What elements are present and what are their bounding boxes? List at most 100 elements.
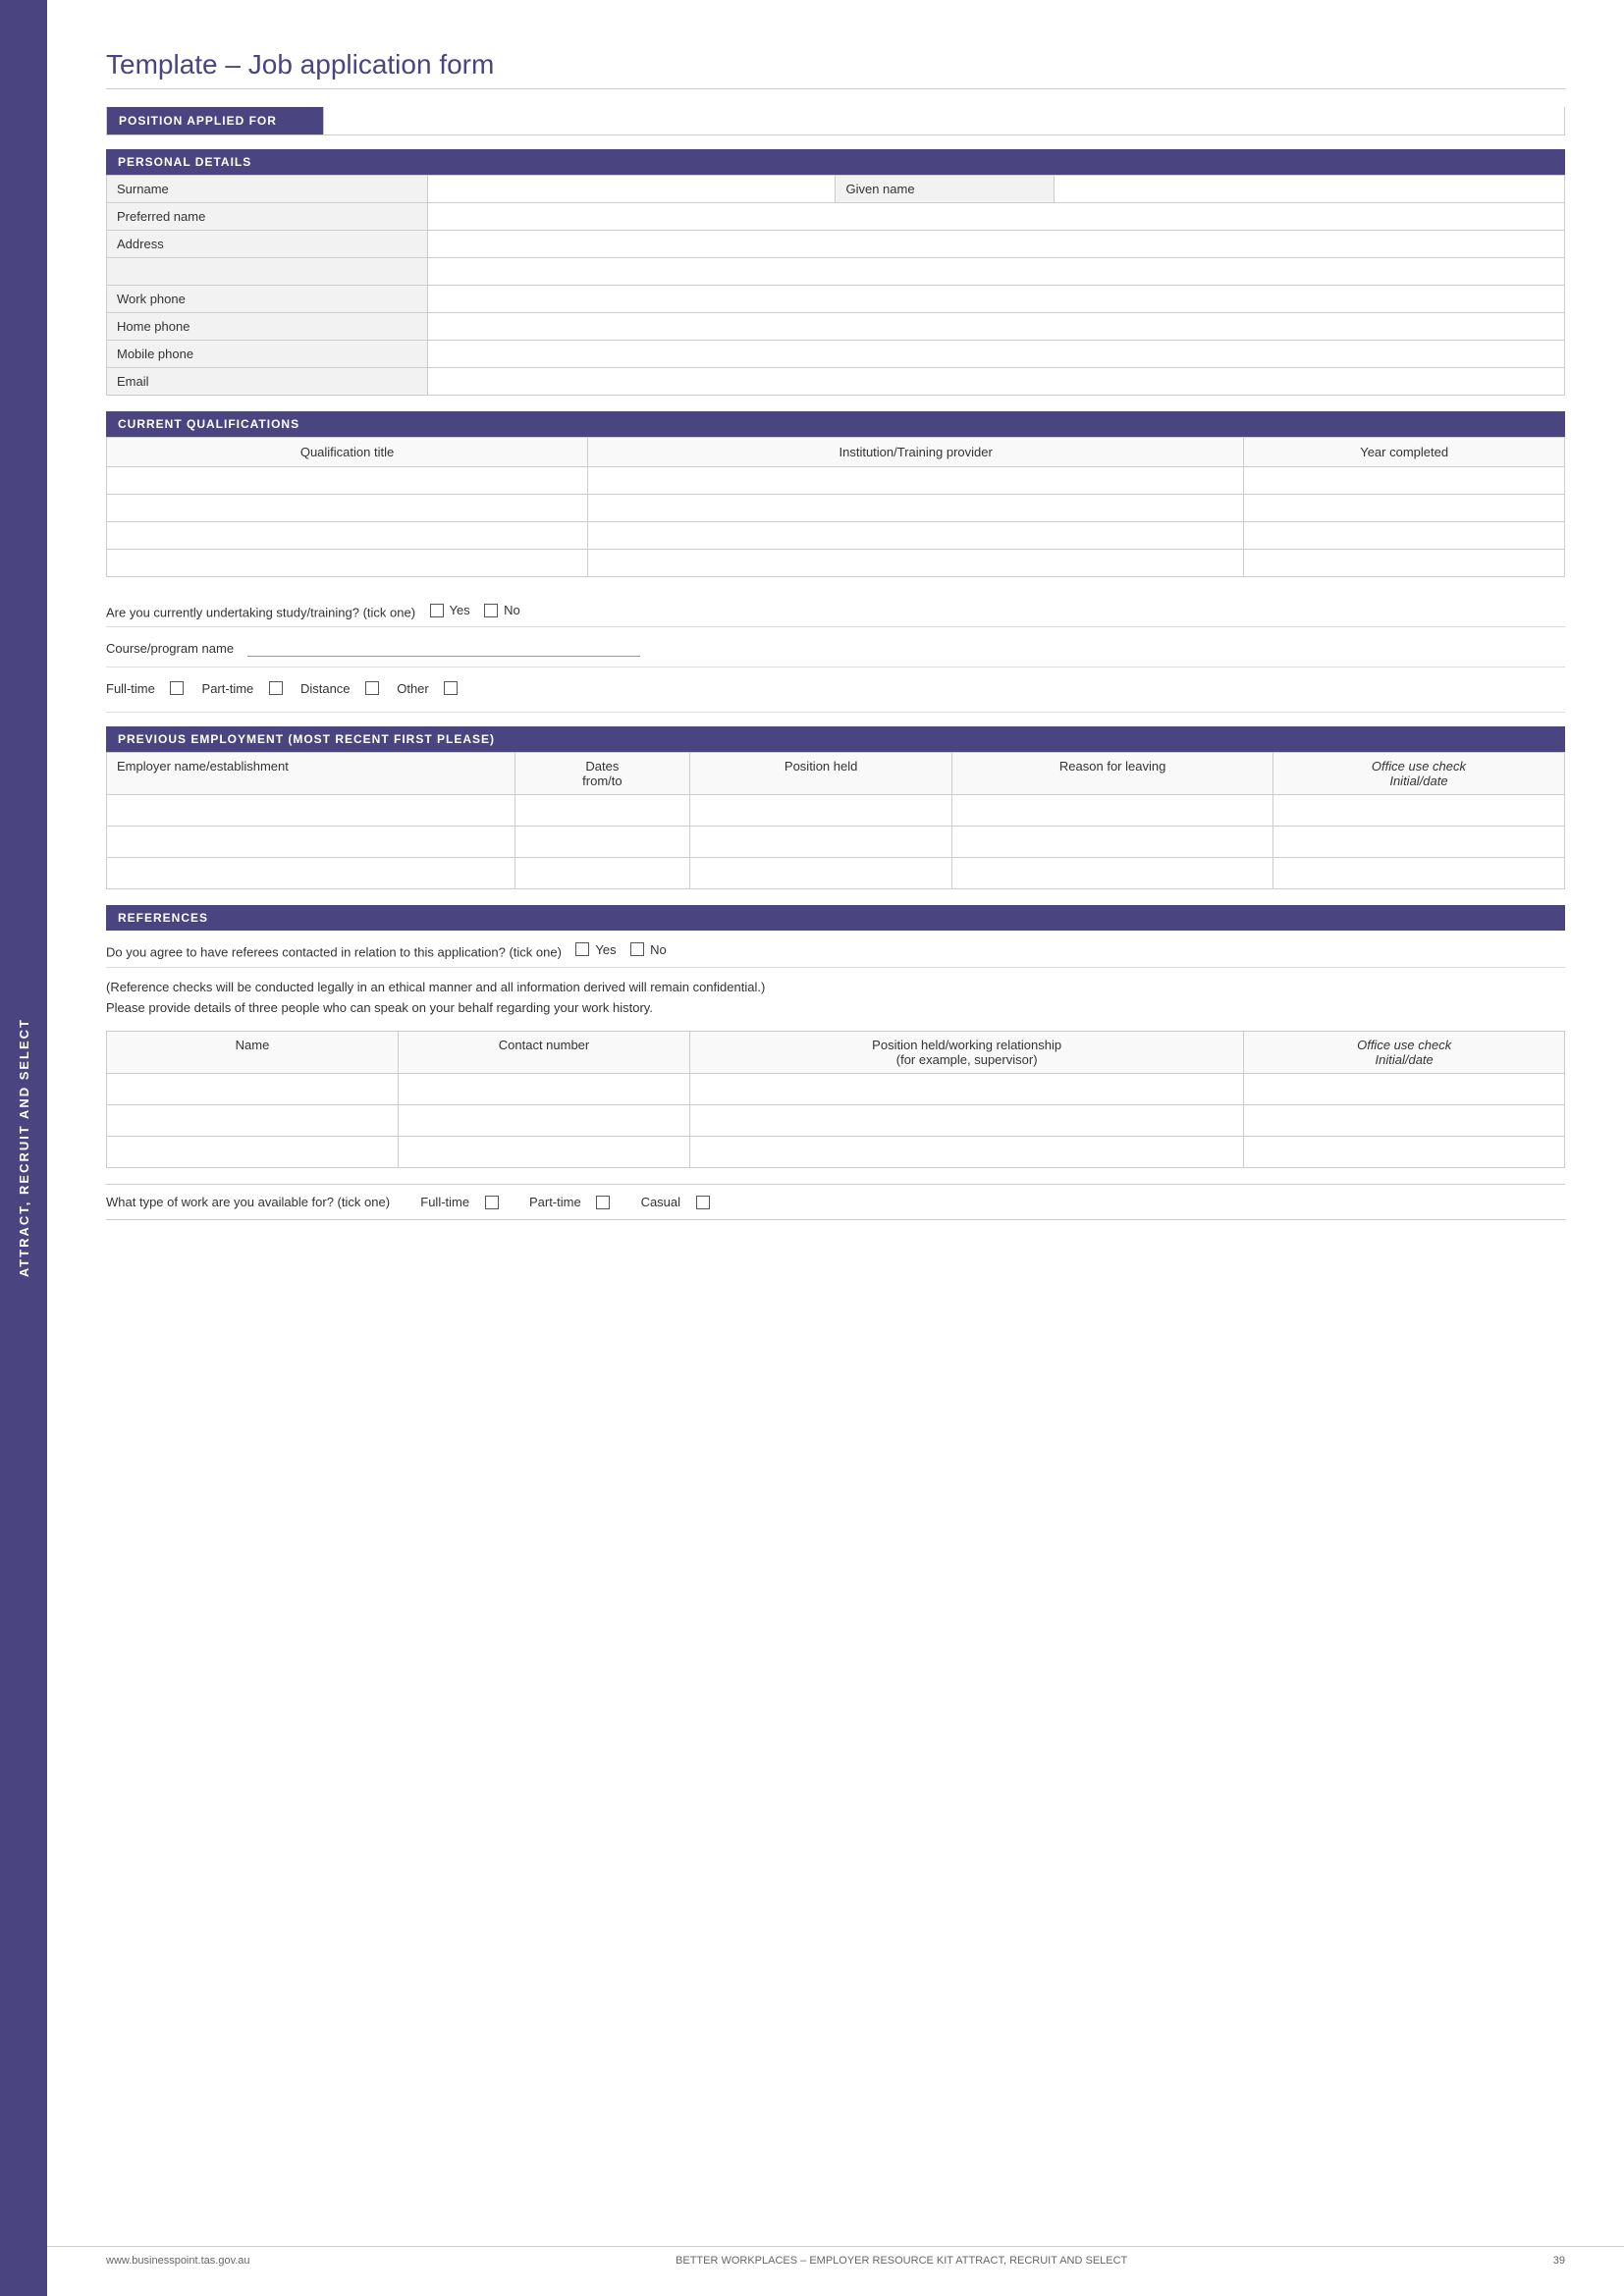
qual-year-2[interactable]: [1244, 495, 1565, 522]
parttime-avail-checkbox[interactable]: [596, 1196, 610, 1209]
qual-institution-4[interactable]: [588, 550, 1244, 577]
employer-2[interactable]: [107, 826, 515, 857]
fulltime-avail-label: Full-time: [420, 1195, 469, 1209]
reason-2[interactable]: [952, 826, 1273, 857]
preferred-name-value[interactable]: [427, 203, 1564, 231]
ref-position-header: Position held/working relationship (for …: [690, 1032, 1244, 1074]
study-question-line: Are you currently undertaking study/trai…: [106, 591, 1565, 627]
ref-contact-3[interactable]: [399, 1137, 690, 1168]
ref-position-3[interactable]: [690, 1137, 1244, 1168]
casual-avail-checkbox[interactable]: [696, 1196, 710, 1209]
ref-no-label: No: [650, 942, 667, 957]
position-2[interactable]: [689, 826, 951, 857]
yes-checkbox-area: Yes: [430, 603, 470, 617]
qual-year-3[interactable]: [1244, 522, 1565, 550]
ref-yes-label: Yes: [595, 942, 616, 957]
ref-office-3[interactable]: [1244, 1137, 1565, 1168]
employer-col-header: Employer name/establishment: [107, 752, 515, 794]
employer-1[interactable]: [107, 794, 515, 826]
initial-date-label: Initial/date: [1283, 774, 1554, 788]
mobile-phone-value[interactable]: [427, 341, 1564, 368]
ref-office-2[interactable]: [1244, 1105, 1565, 1137]
position-1[interactable]: [689, 794, 951, 826]
other-checkbox-area: Other: [397, 681, 458, 696]
office-1[interactable]: [1272, 794, 1564, 826]
office-2[interactable]: [1272, 826, 1564, 857]
position-col-header: Position held: [689, 752, 951, 794]
position-3[interactable]: [689, 857, 951, 888]
address-label-2: [107, 258, 428, 286]
table-row: [107, 794, 1565, 826]
ref-yes-checkbox[interactable]: [575, 942, 589, 956]
qualifications-section: CURRENT QUALIFICATIONS Qualification tit…: [106, 411, 1565, 577]
ref-no-checkbox[interactable]: [630, 942, 644, 956]
qual-title-1[interactable]: [107, 467, 588, 495]
reason-3[interactable]: [952, 857, 1273, 888]
work-phone-value[interactable]: [427, 286, 1564, 313]
main-content: Template – Job application form POSITION…: [47, 0, 1624, 2296]
ref-position-2[interactable]: [690, 1105, 1244, 1137]
qualifications-table: Qualification title Institution/Training…: [106, 437, 1565, 577]
ref-contact-2[interactable]: [399, 1105, 690, 1137]
dates-1[interactable]: [514, 794, 689, 826]
position-applied-for-row: POSITION APPLIED FOR: [106, 107, 1565, 135]
ref-name-3[interactable]: [107, 1137, 399, 1168]
qual-year-1[interactable]: [1244, 467, 1565, 495]
address-value[interactable]: [427, 231, 1564, 258]
ref-name-header: Name: [107, 1032, 399, 1074]
qual-institution-1[interactable]: [588, 467, 1244, 495]
work-availability-row: What type of work are you available for?…: [106, 1184, 1565, 1220]
table-row: [107, 1137, 1565, 1168]
parttime-avail-label: Part-time: [529, 1195, 581, 1209]
ref-office-1[interactable]: [1244, 1074, 1565, 1105]
table-row: [107, 467, 1565, 495]
address-label: Address: [107, 231, 428, 258]
qualifications-header: CURRENT QUALIFICATIONS: [106, 411, 1565, 437]
reason-1[interactable]: [952, 794, 1273, 826]
parttime-checkbox[interactable]: [269, 681, 283, 695]
study-training-block: Are you currently undertaking study/trai…: [106, 577, 1565, 713]
surname-value[interactable]: [427, 176, 836, 203]
table-row: Home phone: [107, 313, 1565, 341]
ref-name-2[interactable]: [107, 1105, 399, 1137]
distance-checkbox[interactable]: [365, 681, 379, 695]
ref-name-1[interactable]: [107, 1074, 399, 1105]
yes-checkbox[interactable]: [430, 604, 444, 617]
qual-year-4[interactable]: [1244, 550, 1565, 577]
from-to-label: from/to: [525, 774, 679, 788]
fulltime-avail-checkbox[interactable]: [485, 1196, 499, 1209]
other-checkbox[interactable]: [444, 681, 458, 695]
office-3[interactable]: [1272, 857, 1564, 888]
fulltime-checkbox[interactable]: [170, 681, 184, 695]
yes-label: Yes: [450, 603, 470, 617]
position-value[interactable]: [323, 107, 1564, 134]
footer-left: www.businesspoint.tas.gov.au: [106, 2255, 250, 2267]
address-value-2[interactable]: [427, 258, 1564, 286]
ref-office-header: Office use check Initial/date: [1244, 1032, 1565, 1074]
dates-2[interactable]: [514, 826, 689, 857]
home-phone-value[interactable]: [427, 313, 1564, 341]
no-checkbox[interactable]: [484, 604, 498, 617]
qual-institution-2[interactable]: [588, 495, 1244, 522]
footer-center: BETTER WORKPLACES – EMPLOYER RESOURCE KI…: [676, 2255, 1127, 2267]
ref-yes-checkbox-area: Yes: [575, 942, 616, 957]
email-value[interactable]: [427, 368, 1564, 396]
ref-position-1[interactable]: [690, 1074, 1244, 1105]
qual-title-4[interactable]: [107, 550, 588, 577]
qual-title-2[interactable]: [107, 495, 588, 522]
qual-institution-3[interactable]: [588, 522, 1244, 550]
given-name-value[interactable]: [1055, 176, 1565, 203]
employer-3[interactable]: [107, 857, 515, 888]
references-question-text: Do you agree to have referees contacted …: [106, 944, 562, 959]
dates-3[interactable]: [514, 857, 689, 888]
ref-contact-1[interactable]: [399, 1074, 690, 1105]
references-question-block: Do you agree to have referees contacted …: [106, 931, 1565, 969]
ref-no-checkbox-area: No: [630, 942, 667, 957]
casual-avail-label: Casual: [641, 1195, 680, 1209]
other-label: Other: [397, 681, 429, 696]
references-header: REFERENCES: [106, 905, 1565, 931]
dates-col-header: Dates from/to: [514, 752, 689, 794]
course-value[interactable]: [247, 641, 640, 657]
ref-pos-label-b: (for example, supervisor): [700, 1052, 1233, 1067]
qual-title-3[interactable]: [107, 522, 588, 550]
